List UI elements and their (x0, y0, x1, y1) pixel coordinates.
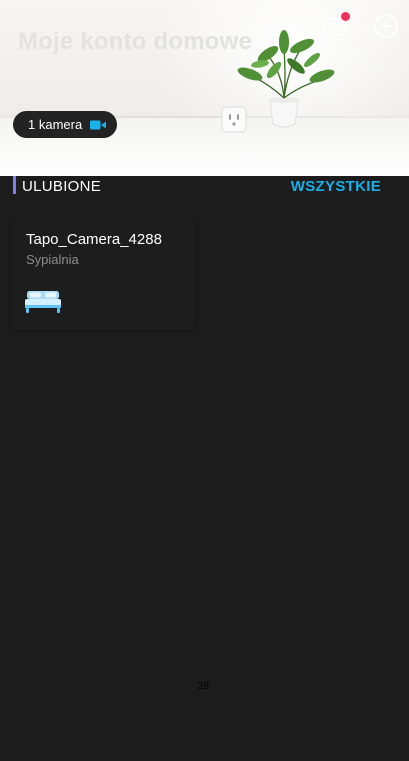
device-name: Tapo_Camera_4288 (26, 231, 162, 248)
home-banner: Moje konto domowe 1 kamera (0, 0, 409, 176)
camera-count-label: 1 kamera (28, 117, 83, 132)
video-camera-icon (90, 120, 107, 129)
see-all-link[interactable]: WSZYSTKIE (291, 178, 381, 195)
bed-icon (25, 291, 61, 313)
device-room: Sypialnia (26, 252, 79, 267)
page-number: 28 (198, 681, 210, 692)
notification-dot (341, 12, 350, 21)
camera-count-chip[interactable]: 1 kamera (13, 111, 117, 138)
plus-circle-icon (374, 14, 398, 38)
favorites-title: ULUBIONE (22, 178, 102, 195)
device-card[interactable]: Tapo_Camera_4288 Sypialnia (11, 218, 195, 330)
page-title: Moje konto domowe (18, 28, 253, 55)
section-marker (13, 176, 16, 194)
add-device-button[interactable] (372, 12, 400, 40)
